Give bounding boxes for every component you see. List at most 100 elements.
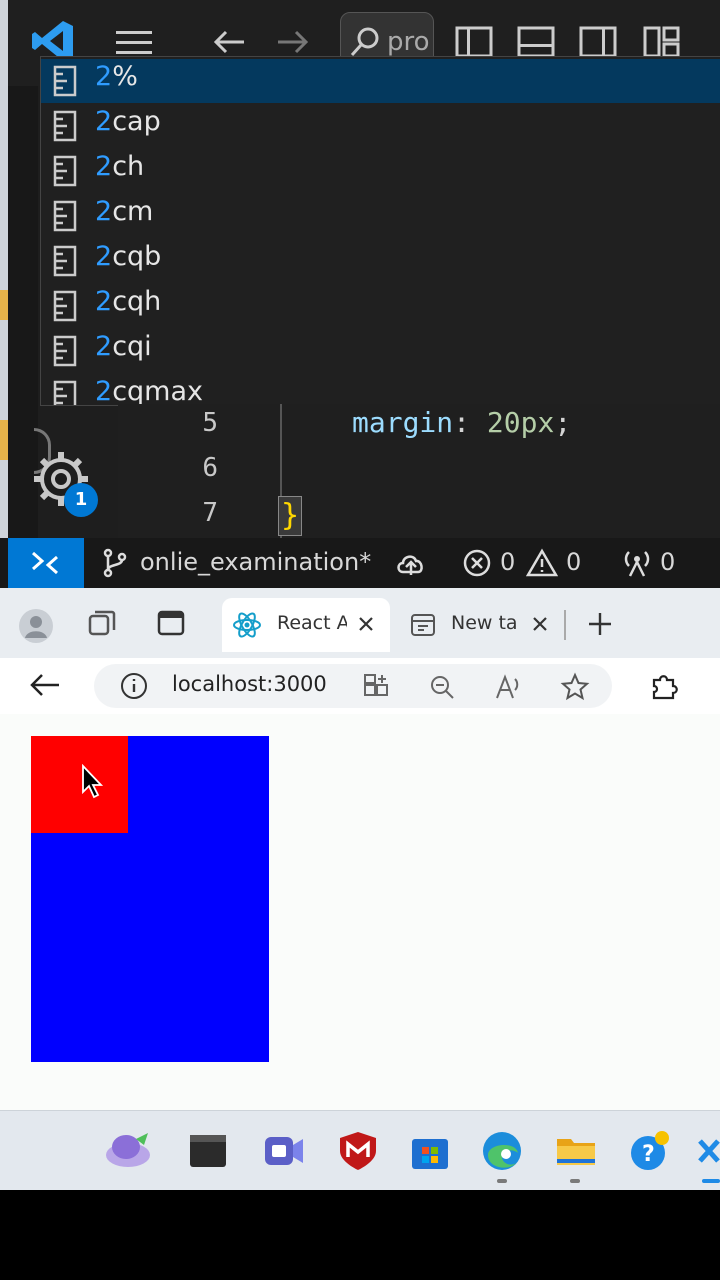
back-arrow-icon[interactable] xyxy=(28,670,62,700)
suggestion-rest: cqb xyxy=(112,241,162,272)
suggestion-match: 2 xyxy=(95,151,113,182)
css-property: margin xyxy=(352,406,454,439)
workspaces-icon[interactable] xyxy=(86,608,118,640)
suggestion-item[interactable]: 2cqi xyxy=(41,329,720,373)
suggestion-match: 2 xyxy=(95,196,113,227)
microsoft-store-app-icon[interactable] xyxy=(408,1129,452,1173)
close-tab-icon[interactable] xyxy=(530,614,550,634)
profile-avatar-icon[interactable] xyxy=(18,608,54,644)
suggestion-match: 2 xyxy=(95,331,113,362)
suggestion-item[interactable]: 2cqmax xyxy=(41,374,720,406)
edge-highlight xyxy=(0,290,8,320)
suggestion-rest: cm xyxy=(112,196,154,227)
teams-app-icon[interactable] xyxy=(262,1129,306,1173)
autocomplete-suggestions: 2% 2cap 2ch 2cm 2cqb 2cqh 2cqi 2cqmax xyxy=(40,56,720,406)
code-editor[interactable]: 5 6 7 margin: 20px; } xyxy=(118,404,720,538)
ruler-unit-icon xyxy=(53,200,77,232)
suggestion-rest: cqmax xyxy=(112,376,203,406)
terminal-app-icon[interactable] xyxy=(186,1129,230,1173)
suggestion-rest: cqi xyxy=(112,331,152,362)
ruler-unit-icon xyxy=(53,245,77,277)
close-tab-icon[interactable] xyxy=(356,614,376,634)
get-help-app-icon[interactable]: ? xyxy=(628,1129,672,1173)
line-number: 6 xyxy=(202,453,218,483)
app-available-icon[interactable] xyxy=(362,673,390,701)
notification-badge: 1 xyxy=(64,483,98,517)
extensions-puzzle-icon[interactable] xyxy=(648,670,680,702)
address-bar-row: localhost:3000 xyxy=(0,658,720,714)
suggestion-item[interactable]: 2ch xyxy=(41,149,720,193)
search-text: pro xyxy=(387,27,430,57)
closing-brace: } xyxy=(278,496,303,536)
remote-indicator[interactable] xyxy=(8,538,84,588)
suggestion-item[interactable]: 2cqb xyxy=(41,239,720,283)
ruler-unit-icon xyxy=(53,335,77,367)
suggestion-item[interactable]: 2cqh xyxy=(41,284,720,328)
warning-icon[interactable] xyxy=(526,548,558,578)
ruler-unit-icon xyxy=(53,110,77,142)
url-text: localhost:3000 xyxy=(172,672,327,696)
favorite-star-icon[interactable] xyxy=(560,672,590,702)
svg-text:?: ? xyxy=(642,1142,655,1167)
suggestion-label: 2cm xyxy=(95,196,153,227)
tab-react-app[interactable]: React A xyxy=(222,598,390,652)
edge-highlight xyxy=(0,420,8,460)
search-icon xyxy=(350,27,379,57)
suggestion-item[interactable]: 2cm xyxy=(41,194,720,238)
background-window-edge xyxy=(0,0,8,588)
css-colon: : xyxy=(453,406,487,439)
windows-taskbar: ? xyxy=(0,1110,720,1191)
suggestion-label: 2cqmax xyxy=(95,376,203,406)
error-count: 0 xyxy=(500,548,516,576)
ports-broadcast-icon[interactable] xyxy=(620,548,654,578)
site-info-icon[interactable] xyxy=(120,672,148,700)
suggestion-match: 2 xyxy=(95,61,113,92)
css-value: 20px xyxy=(486,406,555,439)
zoom-out-icon[interactable] xyxy=(428,673,456,701)
tab-title: React A xyxy=(277,612,347,634)
mcafee-app-icon[interactable] xyxy=(336,1129,380,1173)
tab-new-tab[interactable]: New ta xyxy=(400,598,560,652)
file-explorer-app-icon[interactable] xyxy=(554,1129,598,1173)
suggestion-label: 2cap xyxy=(95,106,161,137)
suggestion-label: 2cqb xyxy=(95,241,161,272)
css-semicolon: ; xyxy=(554,406,572,439)
suggestion-rest: % xyxy=(112,61,138,92)
git-branch-name[interactable]: onlie_examination* xyxy=(140,548,371,576)
suggestion-item[interactable]: 2cap xyxy=(41,104,720,148)
tab-actions-icon[interactable] xyxy=(156,608,186,638)
suggestion-rest: cqh xyxy=(112,286,162,317)
suggestion-item[interactable]: 2% xyxy=(41,59,720,103)
copilot-app-icon[interactable] xyxy=(102,1129,154,1173)
browser-window: React A New ta localhost:3000 xyxy=(0,588,720,1110)
suggestion-match: 2 xyxy=(95,241,113,272)
suggestion-label: 2ch xyxy=(95,151,144,182)
vscode-app-icon[interactable] xyxy=(694,1129,720,1173)
running-indicator xyxy=(570,1179,580,1183)
suggestion-rest: ch xyxy=(112,151,145,182)
cloud-sync-icon[interactable] xyxy=(394,548,428,578)
ruler-unit-icon xyxy=(53,65,77,97)
new-tab-plus-icon[interactable] xyxy=(586,610,614,638)
line-number: 7 xyxy=(202,498,218,528)
running-indicator xyxy=(497,1179,507,1183)
new-tab-page-icon xyxy=(411,614,435,636)
suggestion-match: 2 xyxy=(95,376,113,406)
react-logo-icon xyxy=(233,612,261,638)
ports-count: 0 xyxy=(660,548,676,576)
read-aloud-icon[interactable] xyxy=(494,673,522,701)
url-bar[interactable]: localhost:3000 xyxy=(94,664,612,708)
edge-app-icon[interactable] xyxy=(480,1129,524,1173)
code-line: margin: 20px; xyxy=(352,406,571,439)
tab-title: New ta xyxy=(451,612,516,634)
vscode-window: pro 2% 2cap 2ch 2cm 2cqb 2cqh 2cqi 2cqma… xyxy=(0,0,720,588)
ruler-unit-icon xyxy=(53,380,77,405)
ruler-unit-icon xyxy=(53,290,77,322)
tab-strip: React A New ta xyxy=(0,588,720,658)
suggestion-match: 2 xyxy=(95,286,113,317)
mouse-cursor-icon xyxy=(82,764,104,799)
git-branch-icon xyxy=(103,548,127,578)
active-indicator xyxy=(702,1179,720,1183)
error-icon[interactable] xyxy=(462,548,492,578)
ruler-unit-icon xyxy=(53,155,77,187)
